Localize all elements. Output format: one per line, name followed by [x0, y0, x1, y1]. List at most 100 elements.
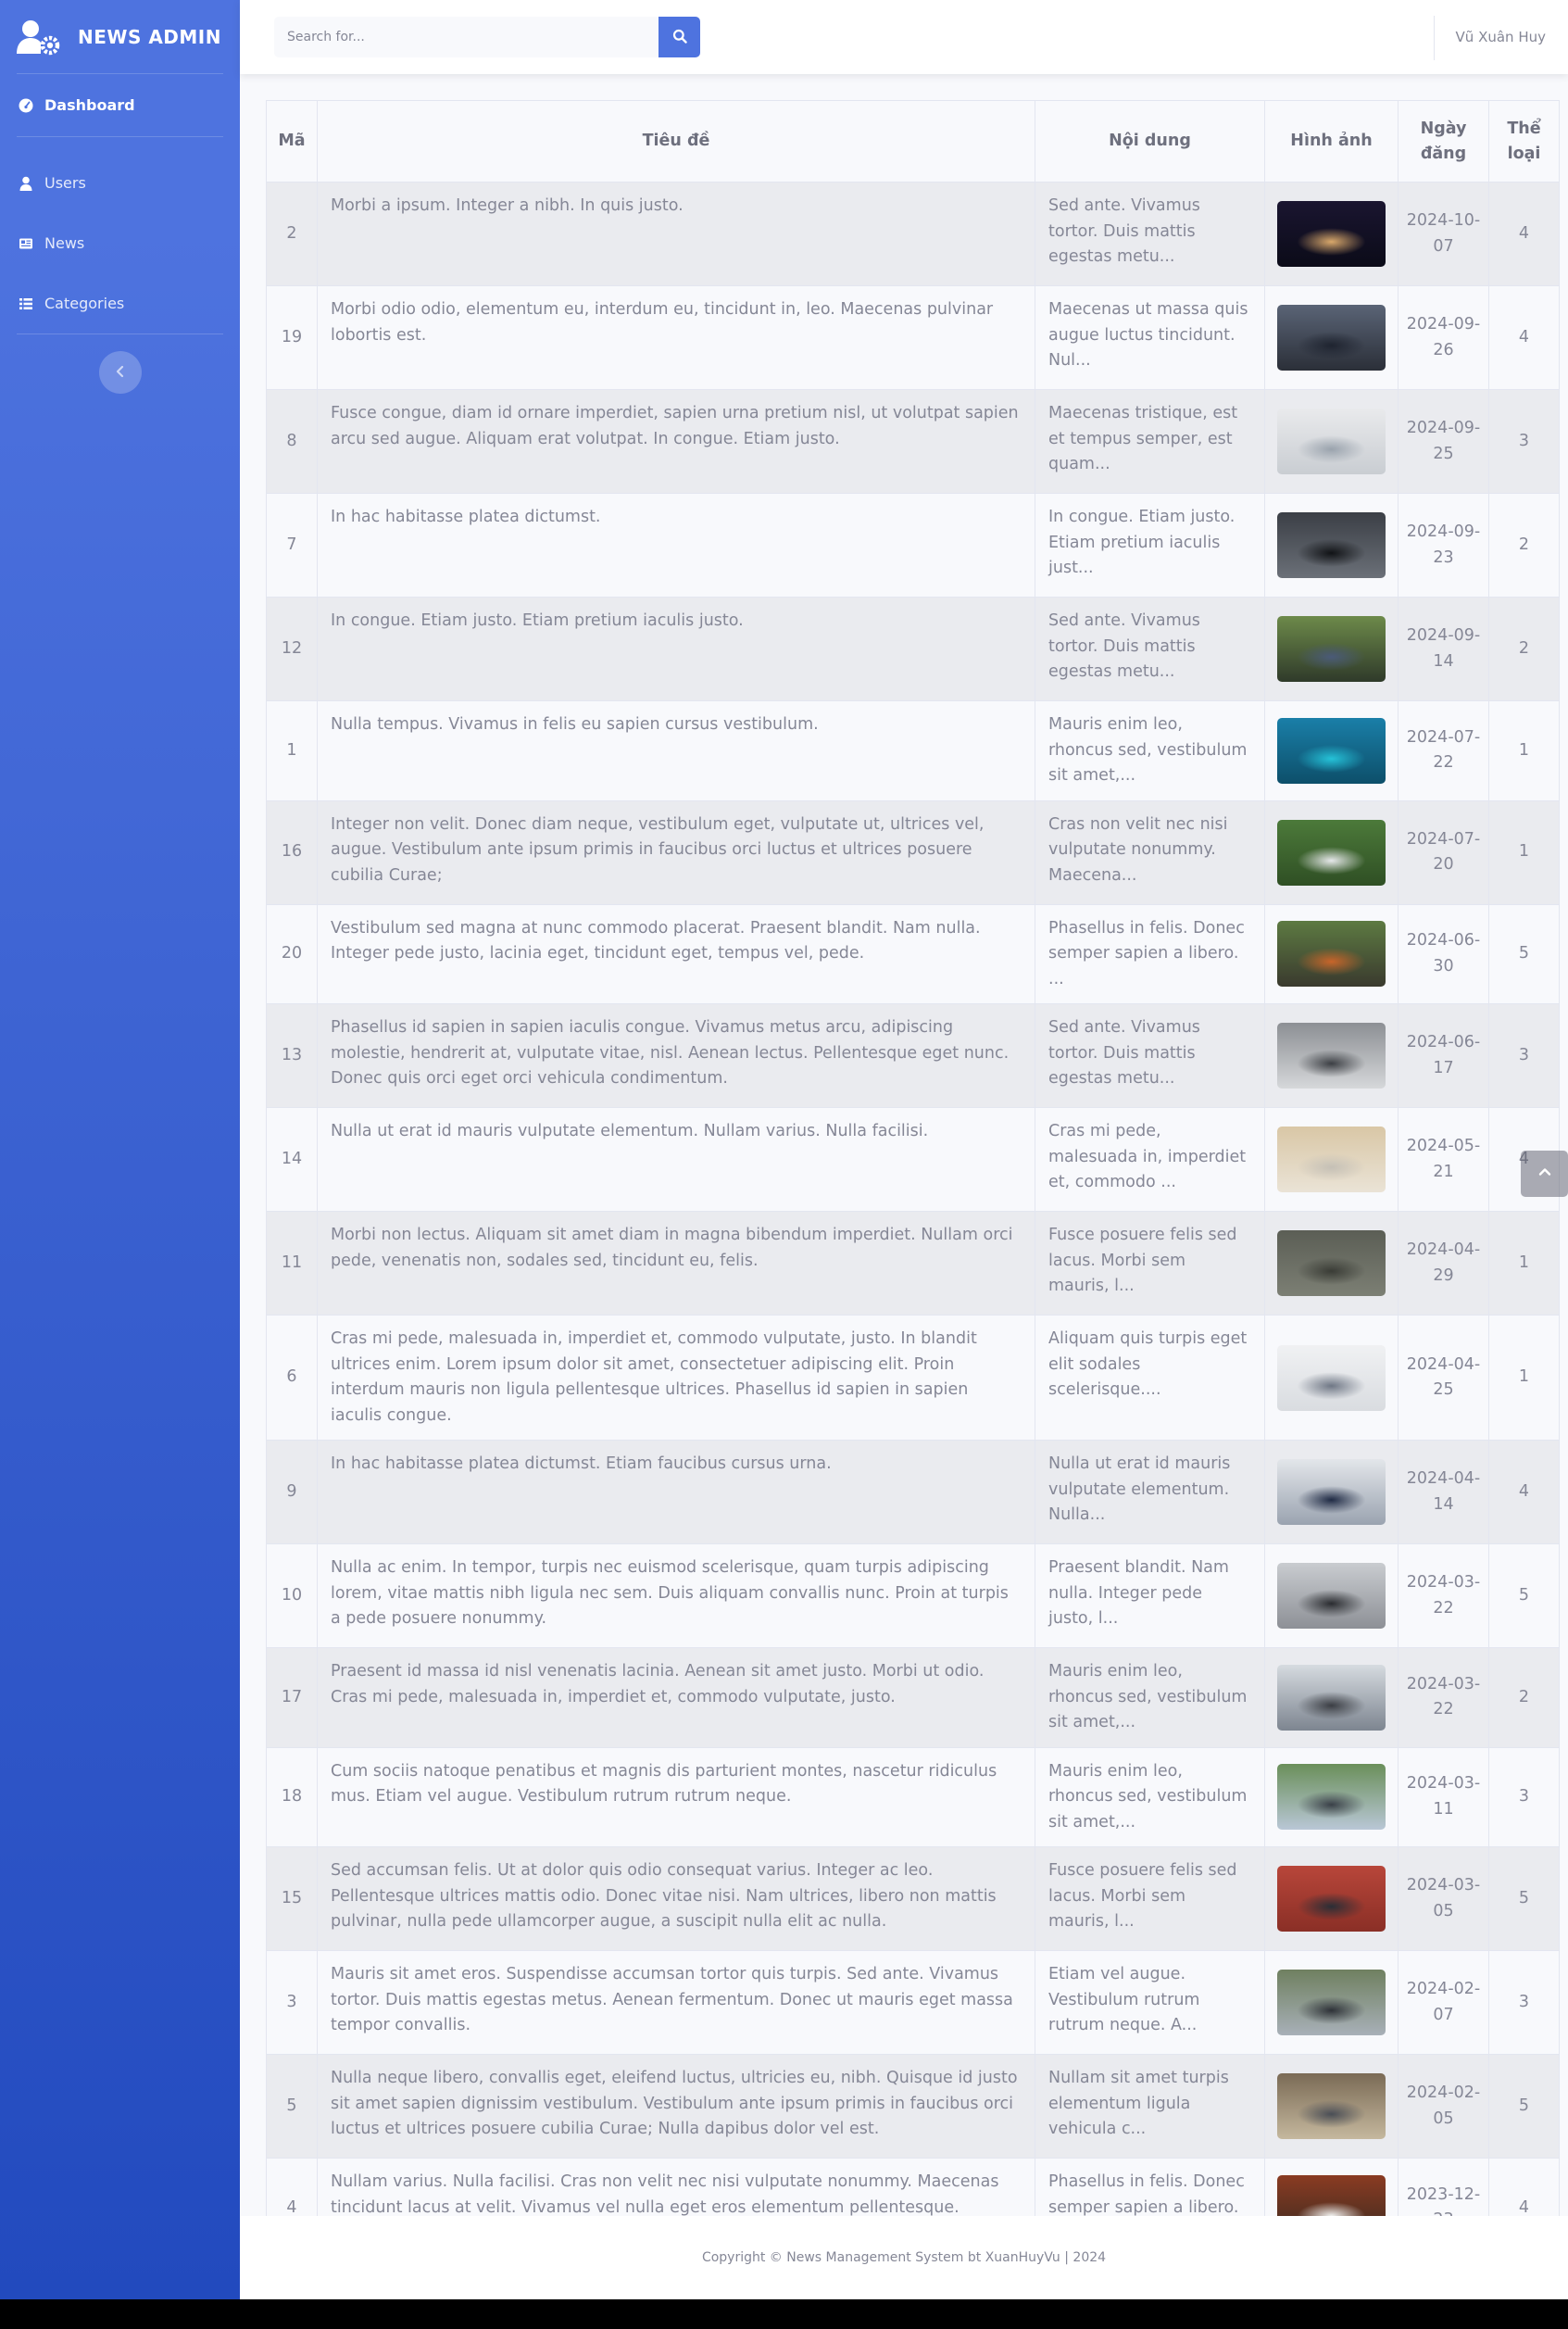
- cell-date: 2024-02-07: [1398, 1950, 1489, 2055]
- cell-content: Maecenas ut massa quis augue luctus tinc…: [1035, 285, 1265, 390]
- search-button[interactable]: [659, 17, 700, 57]
- table-row[interactable]: 5 Nulla neque libero, convallis eget, ele…: [266, 2054, 1560, 2159]
- cell-image: [1264, 1746, 1399, 1847]
- cell-content: Etiam vel augue. Vestibulum rutrum rutru…: [1035, 1950, 1265, 2055]
- topbar-search: [274, 17, 700, 57]
- cell-content: Mauris enim leo, rhoncus sed, vestibulum…: [1035, 700, 1265, 801]
- list-icon: [19, 296, 33, 311]
- cell-content: In congue. Etiam justo. Etiam pretium ia…: [1035, 493, 1265, 598]
- cell-image: [1264, 1211, 1399, 1316]
- news-table: Mã Tiêu đề Nội dung Hình ảnh Ngày đăng T…: [266, 100, 1560, 2259]
- table-row[interactable]: 8 Fusce congue, diam id ornare imperdiet,…: [266, 389, 1560, 494]
- cell-category: 1: [1488, 700, 1560, 801]
- cell-image: [1264, 1440, 1399, 1544]
- news-thumbnail-image: [1277, 512, 1386, 578]
- table-row[interactable]: 9 In hac habitasse platea dictumst. Etiam…: [266, 1440, 1560, 1544]
- users-cog-icon: [17, 19, 61, 56]
- cell-content: Praesent blandit. Nam nulla. Integer ped…: [1035, 1543, 1265, 1648]
- cell-content: Mauris enim leo, rhoncus sed, vestibulum…: [1035, 1647, 1265, 1748]
- sidebar-item-news[interactable]: News: [0, 213, 240, 273]
- sidebar-brand[interactable]: NEWS ADMIN: [0, 0, 240, 73]
- table-row[interactable]: 19 Morbi odio odio, elementum eu, interdu…: [266, 285, 1560, 390]
- news-thumbnail-image: [1277, 1023, 1386, 1089]
- table-row[interactable]: 13 Phasellus id sapien in sapien iaculis …: [266, 1003, 1560, 1108]
- cell-id: 5: [266, 2054, 318, 2159]
- cell-image: [1264, 903, 1399, 1004]
- cell-category: 4: [1488, 285, 1560, 390]
- news-thumbnail-image: [1277, 1664, 1386, 1731]
- cell-category: 1: [1488, 1315, 1560, 1441]
- cell-date: 2024-07-22: [1398, 700, 1489, 801]
- table-row[interactable]: 12 In congue. Etiam justo. Etiam pretium …: [266, 597, 1560, 701]
- topbar: Vũ Xuân Huy: [240, 0, 1568, 74]
- sidebar-item-label: News: [44, 234, 85, 252]
- sidebar-item-users[interactable]: Users: [0, 153, 240, 213]
- table-row[interactable]: 1 Nulla tempus. Vivamus in felis eu sapie…: [266, 700, 1560, 801]
- cell-title: In congue. Etiam justo. Etiam pretium ia…: [317, 597, 1035, 701]
- news-thumbnail-image: [1277, 305, 1386, 371]
- news-thumbnail-image: [1277, 1866, 1386, 1932]
- news-thumbnail-image: [1277, 201, 1386, 267]
- cell-id: 14: [266, 1107, 318, 1212]
- search-input[interactable]: [274, 17, 659, 57]
- column-header-date[interactable]: Ngày đăng: [1398, 100, 1489, 183]
- sidebar-toggle-button[interactable]: [98, 351, 142, 394]
- table-row[interactable]: 3 Mauris sit amet eros. Suspendisse accum…: [266, 1950, 1560, 2055]
- cell-title: In hac habitasse platea dictumst. Etiam …: [317, 1440, 1035, 1544]
- table-row[interactable]: 17 Praesent id massa id nisl venenatis la…: [266, 1647, 1560, 1748]
- cell-id: 20: [266, 903, 318, 1004]
- copyright-text: Copyright © News Management System bt Xu…: [701, 2250, 1107, 2265]
- column-header-image[interactable]: Hình ảnh: [1264, 100, 1399, 183]
- cell-id: 6: [266, 1315, 318, 1441]
- column-header-content[interactable]: Nội dung: [1035, 100, 1265, 183]
- cell-category: 5: [1488, 903, 1560, 1004]
- table-row[interactable]: 16 Integer non velit. Donec diam neque, v…: [266, 799, 1560, 905]
- user-dropdown[interactable]: Vũ Xuân Huy: [1456, 0, 1546, 74]
- table-row[interactable]: 11 Morbi non lectus. Aliquam sit amet dia…: [266, 1211, 1560, 1316]
- cell-date: 2024-09-25: [1398, 389, 1489, 494]
- column-header-category[interactable]: Thể loại: [1488, 100, 1560, 183]
- table-row[interactable]: 2 Morbi a ipsum. Integer a nibh. In quis …: [266, 182, 1560, 286]
- cell-id: 13: [266, 1003, 318, 1108]
- column-header-id[interactable]: Mã: [266, 100, 318, 183]
- angle-up-icon: [1537, 1164, 1552, 1183]
- cell-title: Integer non velit. Donec diam neque, ves…: [317, 799, 1035, 905]
- table-row[interactable]: 14 Nulla ut erat id mauris vulputate elem…: [266, 1107, 1560, 1212]
- cell-date: 2024-07-20: [1398, 799, 1489, 905]
- cell-image: [1264, 1846, 1399, 1951]
- topbar-divider: [1434, 16, 1435, 60]
- cell-content: Cras mi pede, malesuada in, imperdiet et…: [1035, 1107, 1265, 1212]
- sidebar-item-label: Dashboard: [44, 96, 135, 114]
- cell-image: [1264, 700, 1399, 801]
- table-row[interactable]: 10 Nulla ac enim. In tempor, turpis nec e…: [266, 1543, 1560, 1648]
- cell-id: 12: [266, 597, 318, 701]
- cell-title: Mauris sit amet eros. Suspendisse accums…: [317, 1950, 1035, 2055]
- sidebar-item-categories[interactable]: Categories: [0, 273, 240, 334]
- cell-title: In hac habitasse platea dictumst.: [317, 493, 1035, 598]
- sidebar: NEWS ADMIN Dashboard Users News Categori…: [0, 0, 240, 2299]
- news-thumbnail-image: [1277, 1230, 1386, 1296]
- cell-id: 1: [266, 700, 318, 801]
- cell-category: 1: [1488, 799, 1560, 905]
- cell-category: 2: [1488, 597, 1560, 701]
- column-header-title[interactable]: Tiêu đề: [317, 100, 1035, 183]
- sidebar-item-dashboard[interactable]: Dashboard: [0, 74, 240, 136]
- cell-title: Nulla tempus. Vivamus in felis eu sapien…: [317, 700, 1035, 801]
- news-thumbnail-image: [1277, 717, 1386, 784]
- table-row[interactable]: 6 Cras mi pede, malesuada in, imperdiet e…: [266, 1315, 1560, 1441]
- cell-id: 16: [266, 799, 318, 905]
- table-row[interactable]: 7 In hac habitasse platea dictumst. In con…: [266, 493, 1560, 598]
- table-row[interactable]: 18 Cum sociis natoque penatibus et magnis…: [266, 1746, 1560, 1847]
- cell-date: 2024-03-22: [1398, 1647, 1489, 1748]
- table-row[interactable]: 15 Sed accumsan felis. Ut at dolor quis o…: [266, 1846, 1560, 1951]
- cell-image: [1264, 1107, 1399, 1212]
- cell-date: 2024-03-05: [1398, 1846, 1489, 1951]
- cell-id: 7: [266, 493, 318, 598]
- scroll-to-top-button[interactable]: [1521, 1151, 1568, 1197]
- news-thumbnail-image: [1277, 616, 1386, 682]
- table-row[interactable]: 20 Vestibulum sed magna at nunc commodo p…: [266, 903, 1560, 1004]
- cell-title: Morbi odio odio, elementum eu, interdum …: [317, 285, 1035, 390]
- cell-content: Nullam sit amet turpis elementum ligula …: [1035, 2054, 1265, 2159]
- cell-title: Nulla ut erat id mauris vulputate elemen…: [317, 1107, 1035, 1212]
- cell-title: Nulla neque libero, convallis eget, elei…: [317, 2054, 1035, 2159]
